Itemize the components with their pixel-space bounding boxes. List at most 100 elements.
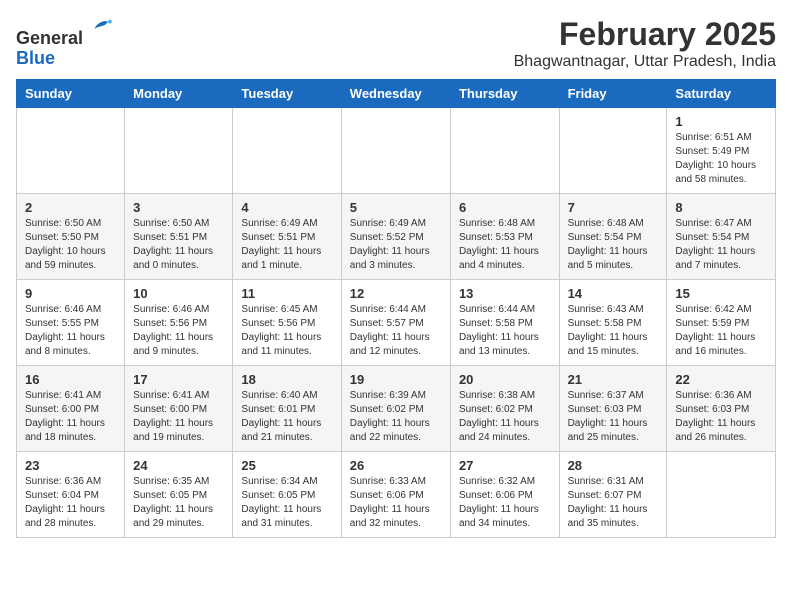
logo-bird-icon [87,16,115,44]
weekday-header-friday: Friday [559,80,667,108]
day-number: 3 [133,200,224,215]
day-number: 15 [675,286,767,301]
day-number: 13 [459,286,551,301]
day-info: Sunrise: 6:49 AM Sunset: 5:52 PM Dayligh… [350,217,442,273]
day-info: Sunrise: 6:32 AM Sunset: 6:06 PM Dayligh… [459,475,551,531]
day-info: Sunrise: 6:51 AM Sunset: 5:49 PM Dayligh… [675,131,767,187]
calendar-cell: 14 Sunrise: 6:43 AM Sunset: 5:58 PM Dayli… [559,280,667,366]
calendar-cell: 25Sunrise: 6:34 AM Sunset: 6:05 PM Dayli… [233,452,341,538]
calendar-cell [17,108,125,194]
day-number: 7 [568,200,659,215]
day-info: Sunrise: 6:41 AM Sunset: 6:00 PM Dayligh… [25,389,116,445]
day-info: Sunrise: 6:35 AM Sunset: 6:05 PM Dayligh… [133,475,224,531]
calendar-cell: 9Sunrise: 6:46 AM Sunset: 5:55 PM Daylig… [17,280,125,366]
calendar-week-row: 16 Sunrise: 6:41 AM Sunset: 6:00 PM Dayli… [17,366,776,452]
calendar-cell: 21 Sunrise: 6:37 AM Sunset: 6:03 PM Dayli… [559,366,667,452]
day-info: Sunrise: 6:50 AM Sunset: 5:51 PM Dayligh… [133,217,224,273]
day-number: 28 [568,458,659,473]
day-number: 12 [350,286,442,301]
calendar-cell [233,108,341,194]
day-info: Sunrise: 6:44 AM Sunset: 5:58 PM Dayligh… [459,303,551,359]
day-number: 23 [25,458,116,473]
calendar-cell: 6Sunrise: 6:48 AM Sunset: 5:53 PM Daylig… [450,194,559,280]
title-block: February 2025 Bhagwantnagar, Uttar Prade… [514,16,776,71]
calendar-cell: 3 Sunrise: 6:50 AM Sunset: 5:51 PM Daylig… [125,194,233,280]
main-title: February 2025 [514,16,776,53]
day-number: 27 [459,458,551,473]
weekday-header-tuesday: Tuesday [233,80,341,108]
day-info: Sunrise: 6:34 AM Sunset: 6:05 PM Dayligh… [241,475,332,531]
weekday-header-wednesday: Wednesday [341,80,450,108]
day-info: Sunrise: 6:46 AM Sunset: 5:55 PM Dayligh… [25,303,116,359]
calendar-week-row: 1 Sunrise: 6:51 AM Sunset: 5:49 PM Daylig… [17,108,776,194]
day-number: 24 [133,458,224,473]
logo-general: General [16,28,83,48]
calendar-cell [667,452,776,538]
calendar-cell: 7 Sunrise: 6:48 AM Sunset: 5:54 PM Daylig… [559,194,667,280]
calendar-cell: 1 Sunrise: 6:51 AM Sunset: 5:49 PM Daylig… [667,108,776,194]
day-info: Sunrise: 6:37 AM Sunset: 6:03 PM Dayligh… [568,389,659,445]
calendar-cell: 19 Sunrise: 6:39 AM Sunset: 6:02 PM Dayli… [341,366,450,452]
calendar-cell: 4Sunrise: 6:49 AM Sunset: 5:51 PM Daylig… [233,194,341,280]
day-number: 16 [25,372,116,387]
calendar-cell [125,108,233,194]
calendar-cell: 23 Sunrise: 6:36 AM Sunset: 6:04 PM Dayli… [17,452,125,538]
day-info: Sunrise: 6:42 AM Sunset: 5:59 PM Dayligh… [675,303,767,359]
day-number: 5 [350,200,442,215]
day-info: Sunrise: 6:41 AM Sunset: 6:00 PM Dayligh… [133,389,224,445]
day-number: 14 [568,286,659,301]
calendar-cell: 26Sunrise: 6:33 AM Sunset: 6:06 PM Dayli… [341,452,450,538]
day-number: 20 [459,372,551,387]
day-info: Sunrise: 6:45 AM Sunset: 5:56 PM Dayligh… [241,303,332,359]
calendar-cell [341,108,450,194]
day-info: Sunrise: 6:48 AM Sunset: 5:54 PM Dayligh… [568,217,659,273]
day-info: Sunrise: 6:38 AM Sunset: 6:02 PM Dayligh… [459,389,551,445]
calendar-cell: 16 Sunrise: 6:41 AM Sunset: 6:00 PM Dayli… [17,366,125,452]
day-number: 1 [675,114,767,129]
day-info: Sunrise: 6:39 AM Sunset: 6:02 PM Dayligh… [350,389,442,445]
day-info: Sunrise: 6:50 AM Sunset: 5:50 PM Dayligh… [25,217,116,273]
day-info: Sunrise: 6:47 AM Sunset: 5:54 PM Dayligh… [675,217,767,273]
calendar-cell: 20 Sunrise: 6:38 AM Sunset: 6:02 PM Dayli… [450,366,559,452]
day-info: Sunrise: 6:36 AM Sunset: 6:03 PM Dayligh… [675,389,767,445]
calendar-week-row: 9Sunrise: 6:46 AM Sunset: 5:55 PM Daylig… [17,280,776,366]
logo-blue: Blue [16,48,55,68]
calendar-table: SundayMondayTuesdayWednesdayThursdayFrid… [16,79,776,538]
day-number: 21 [568,372,659,387]
day-number: 2 [25,200,116,215]
day-number: 4 [241,200,332,215]
calendar-cell: 27 Sunrise: 6:32 AM Sunset: 6:06 PM Dayli… [450,452,559,538]
day-info: Sunrise: 6:31 AM Sunset: 6:07 PM Dayligh… [568,475,659,531]
day-number: 22 [675,372,767,387]
calendar-cell: 8 Sunrise: 6:47 AM Sunset: 5:54 PM Daylig… [667,194,776,280]
calendar-week-row: 2 Sunrise: 6:50 AM Sunset: 5:50 PM Daylig… [17,194,776,280]
weekday-header-thursday: Thursday [450,80,559,108]
calendar-cell: 5 Sunrise: 6:49 AM Sunset: 5:52 PM Daylig… [341,194,450,280]
day-number: 8 [675,200,767,215]
calendar-cell: 10Sunrise: 6:46 AM Sunset: 5:56 PM Dayli… [125,280,233,366]
calendar-cell: 13 Sunrise: 6:44 AM Sunset: 5:58 PM Dayli… [450,280,559,366]
page-header: General Blue February 2025 Bhagwantnagar… [16,16,776,71]
calendar-cell: 12 Sunrise: 6:44 AM Sunset: 5:57 PM Dayli… [341,280,450,366]
weekday-header-sunday: Sunday [17,80,125,108]
day-number: 17 [133,372,224,387]
day-info: Sunrise: 6:43 AM Sunset: 5:58 PM Dayligh… [568,303,659,359]
day-number: 18 [241,372,332,387]
subtitle: Bhagwantnagar, Uttar Pradesh, India [514,53,776,71]
day-number: 19 [350,372,442,387]
calendar-cell [559,108,667,194]
calendar-cell: 22 Sunrise: 6:36 AM Sunset: 6:03 PM Dayli… [667,366,776,452]
day-info: Sunrise: 6:36 AM Sunset: 6:04 PM Dayligh… [25,475,116,531]
day-number: 6 [459,200,551,215]
day-info: Sunrise: 6:44 AM Sunset: 5:57 PM Dayligh… [350,303,442,359]
calendar-cell: 28 Sunrise: 6:31 AM Sunset: 6:07 PM Dayli… [559,452,667,538]
calendar-cell: 17 Sunrise: 6:41 AM Sunset: 6:00 PM Dayli… [125,366,233,452]
weekday-header-monday: Monday [125,80,233,108]
weekday-header-row: SundayMondayTuesdayWednesdayThursdayFrid… [17,80,776,108]
calendar-cell [450,108,559,194]
calendar-cell: 18Sunrise: 6:40 AM Sunset: 6:01 PM Dayli… [233,366,341,452]
weekday-header-saturday: Saturday [667,80,776,108]
calendar-cell: 2 Sunrise: 6:50 AM Sunset: 5:50 PM Daylig… [17,194,125,280]
calendar-week-row: 23 Sunrise: 6:36 AM Sunset: 6:04 PM Dayli… [17,452,776,538]
logo: General Blue [16,16,115,69]
